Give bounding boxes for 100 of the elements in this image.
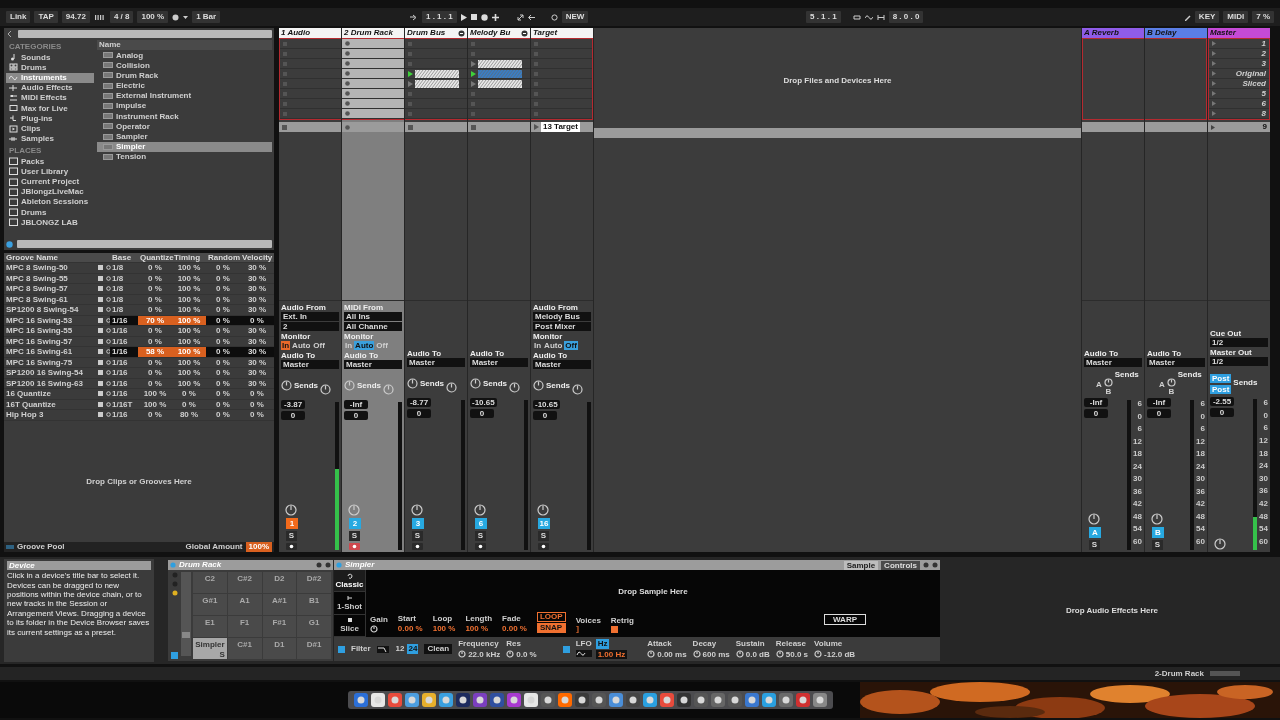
- drum-pad[interactable]: G#1: [193, 594, 227, 615]
- pan-knob[interactable]: [537, 504, 549, 516]
- clip[interactable]: [478, 79, 522, 88]
- solo-button[interactable]: S: [1152, 540, 1163, 550]
- clip[interactable]: [415, 79, 459, 88]
- solo-button[interactable]: S: [475, 531, 486, 541]
- param-value[interactable]: 0.0 dB: [745, 649, 770, 659]
- base-field[interactable]: 1/16: [110, 326, 138, 336]
- velocity-value[interactable]: 30 %: [240, 357, 274, 367]
- timing-value[interactable]: 100 %: [172, 305, 206, 315]
- track-header[interactable]: Drum Bus: [405, 28, 467, 38]
- lfo-toggle[interactable]: [562, 645, 570, 653]
- browser-item[interactable]: Instrument Rack: [97, 111, 272, 122]
- globe-icon[interactable]: [6, 240, 13, 248]
- solo-button[interactable]: S: [538, 531, 549, 541]
- lfo-wave-icon[interactable]: [575, 649, 592, 657]
- output-dropdown[interactable]: Master: [470, 358, 528, 367]
- pan-readout[interactable]: 0: [1084, 409, 1108, 418]
- param-knob[interactable]: [735, 650, 744, 659]
- arrow-icon[interactable]: [527, 13, 535, 21]
- base-field[interactable]: 1/16: [110, 357, 138, 367]
- timing-value[interactable]: 100 %: [172, 347, 206, 357]
- pan-readout[interactable]: 0: [470, 409, 494, 418]
- volume-readout[interactable]: -2.55: [1210, 397, 1234, 406]
- pan-knob[interactable]: [474, 504, 486, 516]
- track-header[interactable]: 1 Audio: [279, 28, 341, 38]
- send-knob[interactable]: [509, 381, 520, 393]
- velocity-value[interactable]: 30 %: [240, 368, 274, 378]
- mode-button[interactable]: Slice: [334, 614, 365, 637]
- send-knob[interactable]: [407, 377, 418, 389]
- track-header[interactable]: 2 Drum Rack: [342, 28, 404, 38]
- groove-amount-field[interactable]: 100 %: [137, 11, 169, 23]
- param-knob[interactable]: [647, 650, 656, 659]
- clip[interactable]: [415, 69, 459, 78]
- place-item[interactable]: JBLONGZ LAB: [6, 217, 94, 228]
- metronome-icon[interactable]: [172, 13, 180, 21]
- lfo-rate-field[interactable]: 1.00 Hz: [595, 649, 628, 659]
- arm-button[interactable]: [286, 543, 297, 550]
- random-value[interactable]: 0 %: [206, 336, 240, 346]
- arm-button[interactable]: [475, 543, 486, 550]
- random-value[interactable]: 0 %: [206, 263, 240, 273]
- random-value[interactable]: 0 %: [206, 305, 240, 315]
- follow-icon[interactable]: [410, 13, 418, 21]
- tempo-field[interactable]: 94.72: [61, 11, 90, 23]
- output-dropdown[interactable]: Master: [344, 360, 402, 369]
- velocity-value[interactable]: 30 %: [240, 347, 274, 357]
- random-value[interactable]: 0 %: [206, 273, 240, 283]
- timing-value[interactable]: 100 %: [172, 273, 206, 283]
- base-field[interactable]: 1/16: [110, 378, 138, 388]
- timing-value[interactable]: 0 %: [172, 399, 206, 409]
- place-item[interactable]: JBlongzLiveMac: [6, 186, 94, 197]
- quantize-value[interactable]: 0 %: [138, 305, 172, 315]
- pan-readout[interactable]: 0: [407, 409, 431, 418]
- pad-solo-button[interactable]: S: [219, 651, 225, 659]
- volume-readout[interactable]: -Inf: [1147, 398, 1171, 407]
- drum-pad[interactable]: F1: [227, 616, 262, 637]
- loop-start-field[interactable]: 5 . 1 . 1: [806, 11, 841, 23]
- track-header[interactable]: A Reverb: [1082, 28, 1144, 38]
- quantize-value[interactable]: 0 %: [138, 378, 172, 388]
- input-dropdown[interactable]: Melody Bus: [533, 312, 591, 321]
- random-value[interactable]: 0 %: [206, 347, 240, 357]
- velocity-value[interactable]: 0 %: [240, 389, 274, 399]
- monitor-option[interactable]: Auto: [291, 341, 312, 350]
- track-header[interactable]: Target: [531, 28, 593, 38]
- gain-knob[interactable]: [370, 625, 378, 633]
- fold-icon[interactable]: [458, 29, 465, 37]
- timing-value[interactable]: 100 %: [172, 378, 206, 388]
- key-button[interactable]: KEY: [1194, 11, 1220, 23]
- base-field[interactable]: 1/8: [110, 305, 138, 315]
- close-icon[interactable]: [932, 562, 938, 568]
- drum-pad[interactable]: F#1: [262, 616, 297, 637]
- category-item[interactable]: Samples: [6, 133, 94, 144]
- drum-pad[interactable]: C2: [193, 572, 227, 593]
- quantize-value[interactable]: 0 %: [138, 284, 172, 294]
- param-knob[interactable]: [506, 650, 515, 659]
- timing-value[interactable]: 100 %: [172, 263, 206, 273]
- quantize-value[interactable]: 70 %: [138, 315, 172, 325]
- input-dropdown[interactable]: All Ins: [344, 312, 402, 321]
- output-dropdown[interactable]: 1/2: [1210, 357, 1268, 366]
- browser-item[interactable]: Collision: [97, 60, 272, 71]
- wave-icon[interactable]: [864, 13, 873, 21]
- quantize-value[interactable]: 0 %: [138, 410, 172, 420]
- drum-pad[interactable]: D2: [262, 572, 297, 593]
- pan-readout[interactable]: 0: [1210, 408, 1234, 417]
- save-icon[interactable]: [316, 562, 322, 568]
- quantize-value[interactable]: 0 %: [138, 263, 172, 273]
- quantize-value[interactable]: 58 %: [138, 347, 172, 357]
- quantize-value[interactable]: 0 %: [138, 294, 172, 304]
- monitor-option[interactable]: Auto: [354, 341, 375, 350]
- send-knob[interactable]: [320, 383, 331, 395]
- drum-pad[interactable]: A1: [227, 594, 262, 615]
- velocity-value[interactable]: 30 %: [240, 263, 274, 273]
- place-item[interactable]: Current Project: [6, 176, 94, 187]
- volume-readout[interactable]: -Inf: [344, 400, 368, 409]
- drum-pad[interactable]: G1: [297, 616, 331, 637]
- play-icon[interactable]: [460, 13, 467, 21]
- param-knob[interactable]: [814, 650, 822, 659]
- velocity-value[interactable]: 30 %: [240, 378, 274, 388]
- browser-item[interactable]: Sampler: [97, 131, 272, 142]
- quantize-value[interactable]: 0 %: [138, 326, 172, 336]
